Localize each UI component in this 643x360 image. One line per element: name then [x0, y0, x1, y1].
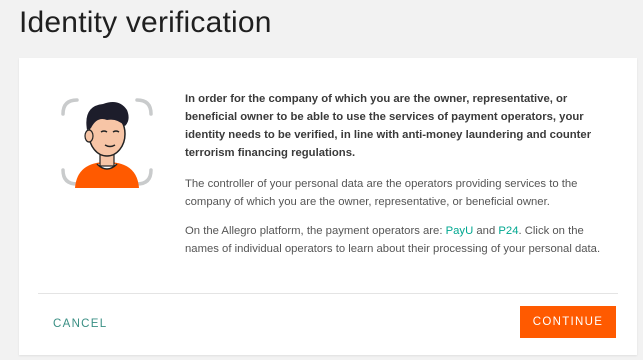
operators-paragraph: On the Allegro platform, the payment ope… [185, 222, 605, 258]
dialog-content: In order for the company of which you ar… [185, 90, 605, 269]
continue-button[interactable]: CONTINUE [520, 306, 616, 338]
verification-dialog: In order for the company of which you ar… [19, 58, 637, 355]
cancel-button[interactable]: CANCEL [41, 308, 119, 340]
lead-paragraph: In order for the company of which you ar… [185, 93, 592, 159]
divider [38, 293, 618, 294]
face-verification-icon [57, 92, 157, 192]
operators-and: and [473, 225, 499, 237]
operators-prefix: On the Allegro platform, the payment ope… [185, 225, 446, 237]
page-title: Identity verification [19, 6, 272, 39]
p24-link[interactable]: P24 [498, 225, 518, 237]
payu-link[interactable]: PayU [446, 225, 474, 237]
controller-paragraph: The controller of your personal data are… [185, 178, 578, 208]
